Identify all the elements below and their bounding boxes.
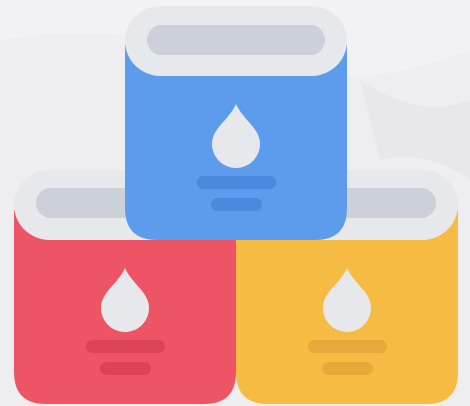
label-stripe [308,340,387,353]
label-stripe [322,362,373,375]
paint-cans-illustration [0,0,470,406]
label-stripe [100,362,151,375]
label-stripe [211,198,262,211]
label-stripe [86,340,165,353]
can-lid-inner [147,25,325,55]
blue-paint-can [125,6,347,240]
label-stripe [197,176,276,189]
